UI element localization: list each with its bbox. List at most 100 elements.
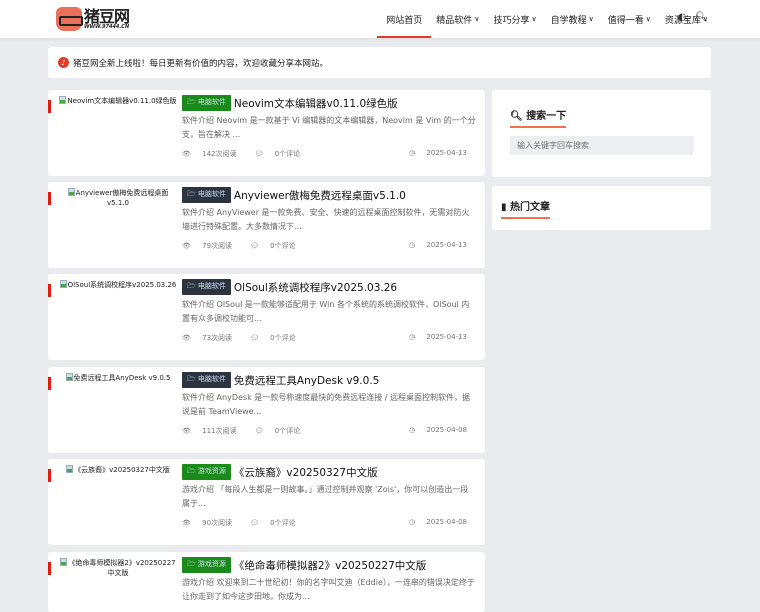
- theme-toggle-icon[interactable]: ◐: [678, 12, 687, 23]
- post-thumbnail[interactable]: Neovim文本编辑器v0.11.0绿色版: [58, 96, 178, 106]
- post-card[interactable]: 《云族裔》v20250327中文版 🗁 游戏资源 《云族裔》v20250327中文…: [48, 459, 485, 545]
- views: 👁︎ 79次阅读: [182, 241, 241, 251]
- date-text: 2025-04-13: [426, 241, 467, 249]
- category-label: 游戏资源: [197, 560, 226, 568]
- nav-item[interactable]: 值得一看 ∨: [608, 0, 651, 38]
- comments[interactable]: 💬︎ 0个评论: [255, 426, 310, 436]
- views-count: 142次阅读: [202, 150, 237, 158]
- accent-bar: [48, 284, 51, 297]
- post-excerpt: 软件介绍 Neovim 是一款基于 Vi 编辑器的文本编辑器，Neovim 是 …: [182, 116, 476, 139]
- folder-icon: 🗁: [187, 98, 196, 106]
- nav-item[interactable]: 网站首页: [377, 0, 432, 38]
- post-date: ◷ 2025-04-08: [409, 518, 476, 528]
- post-thumbnail[interactable]: OlSoul系统调校程序v2025.03.26: [58, 280, 178, 290]
- views-count: 111次阅读: [202, 427, 237, 435]
- search-icon[interactable]: 🔍︎: [695, 12, 708, 23]
- comments[interactable]: 💬︎ 0个评论: [255, 149, 310, 159]
- category-label: 电脑软件: [197, 282, 226, 290]
- date-text: 2025-04-08: [426, 518, 467, 526]
- comment-icon: 💬︎: [254, 150, 264, 158]
- nav-item[interactable]: 自学教程 ∨: [551, 0, 594, 38]
- category-badge[interactable]: 🗁 电脑软件: [182, 279, 231, 295]
- broken-image-icon: [67, 188, 75, 196]
- comments[interactable]: 💬︎ 0个评论: [250, 333, 305, 343]
- broken-image-icon: [66, 465, 74, 473]
- category-badge[interactable]: 🗁 游戏资源: [182, 557, 231, 573]
- post-title[interactable]: 免费远程工具AnyDesk v9.0.5: [234, 373, 379, 388]
- comments-count: 0个评论: [270, 519, 296, 527]
- thumbnail-alt: Neovim文本编辑器v0.11.0绿色版: [67, 97, 177, 105]
- folder-icon: 🗁: [187, 282, 196, 290]
- bell-icon: ♪: [58, 57, 69, 68]
- post-card[interactable]: 《绝命毒师模拟器2》v20250227中文版 🗁 游戏资源 《绝命毒师模拟器2》v…: [48, 552, 485, 612]
- comments-count: 0个评论: [274, 427, 301, 435]
- comments-count: 0个评论: [270, 242, 296, 250]
- date-text: 2025-04-13: [426, 149, 467, 157]
- clock-icon: ◷: [408, 241, 416, 249]
- post-card[interactable]: Neovim文本编辑器v0.11.0绿色版 🗁 电脑软件 Neovim文本编辑器v…: [48, 90, 485, 176]
- clock-icon: ◷: [408, 333, 416, 341]
- search-input[interactable]: [510, 136, 693, 155]
- thumbnail-alt: 《云族裔》v20250327中文版: [74, 466, 170, 474]
- comments[interactable]: 💬︎ 0个评论: [250, 518, 305, 528]
- post-card[interactable]: 免费远程工具AnyDesk v9.0.5 🗁 电脑软件 免费远程工具AnyDesk…: [48, 367, 485, 453]
- search-widget-title: 🔍︎ 搜索一下: [510, 107, 567, 128]
- nav-item[interactable]: 精品软件 ∨: [436, 0, 479, 38]
- chevron-down-icon: ∨: [588, 15, 594, 23]
- views: 👁︎ 90次阅读: [182, 518, 241, 528]
- post-title[interactable]: Neovim文本编辑器v0.11.0绿色版: [234, 96, 398, 111]
- broken-image-icon: [59, 280, 67, 288]
- hot-articles-title: ▮ 热门文章: [501, 198, 550, 219]
- pig-logo-icon: [56, 7, 83, 31]
- eye-icon: 👁︎: [182, 427, 191, 435]
- post-date: ◷ 2025-04-13: [409, 149, 476, 159]
- views-count: 79次阅读: [202, 242, 233, 250]
- category-label: 电脑软件: [197, 375, 226, 383]
- post-excerpt: 软件介绍 AnyDesk 是一款号称速度最快的免费远程连接 / 远程桌面控制软件…: [182, 393, 471, 416]
- clock-icon: ◷: [408, 518, 416, 526]
- post-thumbnail[interactable]: 免费远程工具AnyDesk v9.0.5: [58, 373, 178, 383]
- post-excerpt: 软件介绍 AnyViewer 是一款免费、安全、快速的远程桌面控制软件，无需对防…: [182, 208, 470, 231]
- post-title[interactable]: OlSoul系统调校程序v2025.03.26: [234, 280, 397, 295]
- category-badge[interactable]: 🗁 电脑软件: [182, 187, 231, 203]
- search-widget: 🔍︎ 搜索一下: [492, 90, 711, 177]
- folder-icon: 🗁: [187, 190, 196, 198]
- category-badge[interactable]: 🗁 电脑软件: [182, 372, 231, 388]
- post-title[interactable]: 《绝命毒师模拟器2》v20250227中文版: [234, 558, 426, 573]
- hot-articles-widget: ▮ 热门文章: [492, 186, 711, 230]
- broken-image-icon: [60, 558, 68, 566]
- category-badge[interactable]: 🗁 游戏资源: [182, 464, 231, 480]
- post-thumbnail[interactable]: 《云族裔》v20250327中文版: [58, 465, 178, 475]
- clock-icon: ◷: [408, 426, 416, 434]
- comments[interactable]: 💬︎ 0个评论: [250, 241, 305, 251]
- chevron-down-icon: ∨: [474, 15, 480, 23]
- views: 👁︎ 142次阅读: [182, 149, 246, 159]
- post-card[interactable]: Anyviewer傲梅免费远程桌面v5.1.0 🗁 电脑软件 Anyviewer傲…: [48, 182, 485, 268]
- broken-image-icon: [65, 373, 73, 381]
- nav-label: 自学教程: [550, 15, 587, 26]
- nav-item[interactable]: 技巧分享 ∨: [493, 0, 536, 38]
- clock-icon: ◷: [408, 149, 416, 157]
- thumbnail-alt: Anyviewer傲梅免费远程桌面v5.1.0: [75, 189, 169, 207]
- views-count: 73次阅读: [202, 334, 233, 342]
- post-thumbnail[interactable]: 《绝命毒师模拟器2》v20250227中文版: [58, 558, 178, 578]
- search-icon: 🔍︎: [510, 111, 523, 122]
- accent-bar: [48, 192, 51, 205]
- eye-icon: 👁︎: [182, 150, 191, 158]
- post-excerpt: 游戏介绍 「每段人生都是一则故事。」通过控制并观察 'Zois'，你可以创造出一…: [182, 485, 469, 508]
- logo-url: WWW.97444.CN: [84, 23, 130, 30]
- thumbnail-alt: 免费远程工具AnyDesk v9.0.5: [73, 374, 171, 382]
- comments-count: 0个评论: [274, 150, 301, 158]
- post-title[interactable]: 《云族裔》v20250327中文版: [234, 465, 378, 480]
- post-title[interactable]: Anyviewer傲梅免费远程桌面v5.1.0: [234, 188, 406, 203]
- post-card[interactable]: OlSoul系统调校程序v2025.03.26 🗁 电脑软件 OlSoul系统调校…: [48, 274, 485, 360]
- post-thumbnail[interactable]: Anyviewer傲梅免费远程桌面v5.1.0: [58, 188, 178, 208]
- category-badge[interactable]: 🗁 电脑软件: [182, 95, 231, 111]
- accent-bar: [48, 562, 51, 575]
- logo-title: 猪豆网: [84, 6, 130, 26]
- notice-text: 猪豆网全新上线啦！每日更新有价值的内容，欢迎收藏分享本网站。: [73, 58, 329, 69]
- site-logo[interactable]: 猪豆网 WWW.97444.CN: [56, 6, 130, 31]
- thumbnail-alt: 《绝命毒师模拟器2》v20250227中文版: [68, 559, 176, 577]
- eye-icon: 👁︎: [182, 334, 191, 342]
- post-date: ◷ 2025-04-13: [409, 241, 476, 251]
